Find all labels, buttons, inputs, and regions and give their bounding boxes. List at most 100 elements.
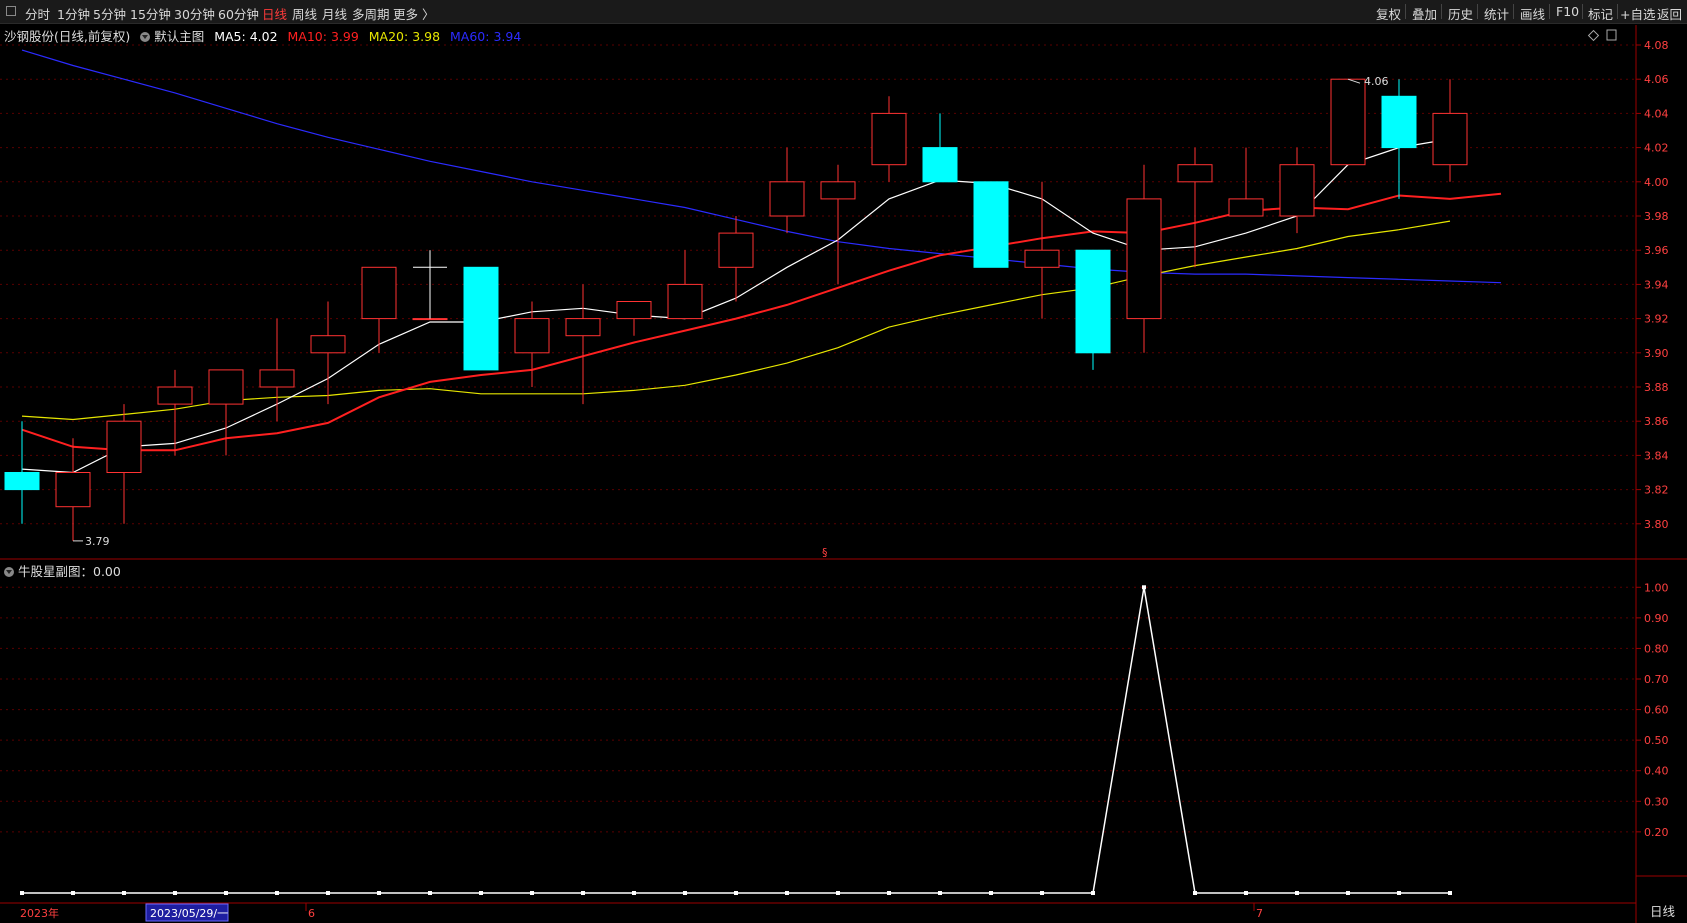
low-price-marker: 3.79 <box>85 535 110 548</box>
indicator-point <box>683 891 687 895</box>
indicator-point <box>530 891 534 895</box>
back-button[interactable]: 返回 <box>1657 4 1682 23</box>
candlestick[interactable] <box>4 472 40 491</box>
indicator-point <box>887 891 891 895</box>
candlestick[interactable] <box>106 420 142 474</box>
price-tick-label: 3.94 <box>1644 278 1669 291</box>
candlestick[interactable] <box>667 283 703 320</box>
price-tick-label: 3.98 <box>1644 210 1669 223</box>
price-tick-label: 4.02 <box>1644 142 1669 155</box>
period-toolbar: 分时 1分钟 5分钟 15分钟 30分钟 60分钟 日线 周线 月线 多周期 更… <box>0 0 1687 24</box>
indicator-point <box>326 891 330 895</box>
candlestick[interactable] <box>718 232 754 268</box>
price-tick-label: 3.92 <box>1644 313 1669 326</box>
period-tab-15min[interactable]: 15分钟 <box>130 4 171 23</box>
candlestick[interactable] <box>1177 164 1213 183</box>
candlestick[interactable] <box>1075 249 1111 354</box>
period-tab-fenshi[interactable]: 分时 <box>25 4 50 23</box>
candlestick[interactable] <box>157 386 193 405</box>
overlay-button[interactable]: 叠加 <box>1412 4 1437 23</box>
period-tab-more[interactable]: 更多 〉 <box>393 4 434 23</box>
template-label[interactable]: 默认主图 <box>154 29 204 44</box>
price-tick-label: 3.88 <box>1644 381 1669 394</box>
toolbar-divider <box>1513 4 1514 19</box>
indicator-point <box>1040 891 1044 895</box>
draw-line-button[interactable]: 画线 <box>1520 4 1545 23</box>
indicator-point <box>836 891 840 895</box>
panel-toggle-icon[interactable] <box>1606 29 1617 41</box>
period-tab-monthly[interactable]: 月线 <box>322 4 347 23</box>
candlestick[interactable] <box>310 335 346 354</box>
month-label: 7 <box>1256 907 1263 920</box>
mark-button[interactable]: 标记 <box>1588 4 1613 23</box>
price-tick-label: 3.84 <box>1644 449 1669 462</box>
diamond-icon[interactable] <box>1587 29 1600 42</box>
candlestick[interactable] <box>769 181 805 217</box>
kline-chart[interactable]: 4.08 4.06 4.04 4.02 4.00 3.98 3.96 3.94 3.92 3.90… <box>0 25 1687 923</box>
window-menu-icon[interactable] <box>6 6 16 16</box>
period-tab-weekly[interactable]: 周线 <box>292 4 317 23</box>
indicator-point <box>1244 891 1248 895</box>
period-tab-5min[interactable]: 5分钟 <box>93 4 126 23</box>
period-tab-daily[interactable]: 日线 <box>262 4 287 23</box>
period-tab-1min[interactable]: 1分钟 <box>57 4 90 23</box>
price-tick-label: 4.00 <box>1644 176 1669 189</box>
candlestick[interactable] <box>55 472 91 508</box>
candlestick[interactable] <box>1024 249 1060 268</box>
restore-rights-button[interactable]: 复权 <box>1376 4 1401 23</box>
candlestick[interactable] <box>1432 112 1468 166</box>
indicator-point <box>377 891 381 895</box>
sub-tick-label: 0.20 <box>1644 826 1669 839</box>
indicator-point <box>938 891 942 895</box>
candlestick[interactable] <box>973 181 1009 268</box>
price-tick-label: 4.08 <box>1644 39 1669 52</box>
candlestick[interactable] <box>871 112 907 166</box>
ma60-label: MA60: 3.94 <box>450 29 522 44</box>
candlestick[interactable] <box>259 369 295 388</box>
sub-tick-label: 0.90 <box>1644 612 1669 625</box>
ma60-line <box>21 49 1502 284</box>
sub-dropdown-circle-icon[interactable] <box>4 567 14 577</box>
indicator-point <box>173 891 177 895</box>
history-button[interactable]: 历史 <box>1448 4 1473 23</box>
sub-tick-label: 0.50 <box>1644 734 1669 747</box>
indicator-point <box>1142 585 1146 590</box>
indicator-point <box>1193 891 1197 895</box>
candlestick[interactable] <box>616 301 652 320</box>
price-tick-label: 3.80 <box>1644 518 1669 531</box>
candlestick[interactable] <box>208 369 244 405</box>
candlestick[interactable] <box>514 318 550 354</box>
candlestick[interactable] <box>565 318 601 337</box>
candlestick[interactable] <box>1279 164 1315 217</box>
candlestick[interactable] <box>820 181 856 200</box>
candlestick[interactable] <box>361 266 397 320</box>
dropdown-circle-icon[interactable] <box>140 32 151 42</box>
candlestick[interactable] <box>922 147 958 183</box>
candlestick[interactable] <box>1228 198 1264 217</box>
indicator-point <box>1346 891 1350 895</box>
price-tick-label: 3.90 <box>1644 347 1669 360</box>
main-panel-header: 沙钢股份(日线,前复权) 默认主图 MA5: 4.02 MA10: 3.99 M… <box>4 26 521 45</box>
ma20-label: MA20: 3.98 <box>368 29 441 44</box>
period-tab-60min[interactable]: 60分钟 <box>218 4 259 23</box>
candlestick[interactable] <box>412 318 448 321</box>
candlestick[interactable] <box>1381 95 1417 149</box>
price-tick-label: 3.82 <box>1644 484 1669 497</box>
add-watchlist-button[interactable]: +自选 <box>1620 4 1655 23</box>
indicator-point <box>1397 891 1401 895</box>
period-tab-30min[interactable]: 30分钟 <box>174 4 215 23</box>
indicator-point <box>581 891 585 895</box>
candlestick[interactable] <box>1330 78 1366 166</box>
candlestick[interactable] <box>1126 198 1162 320</box>
indicator-point <box>479 891 483 895</box>
ma10-label: MA10: 3.99 <box>287 29 359 44</box>
indicator-point <box>122 891 126 895</box>
candlestick[interactable] <box>463 266 499 371</box>
f10-button[interactable]: F10 <box>1556 4 1579 19</box>
price-tick-label: 3.96 <box>1644 244 1669 257</box>
statistics-button[interactable]: 统计 <box>1484 4 1509 23</box>
indicator-point <box>71 891 75 895</box>
sub-tick-label: 0.70 <box>1644 673 1669 686</box>
sidebar-period-tab[interactable]: 日线 <box>1638 900 1687 923</box>
period-tab-multi[interactable]: 多周期 <box>352 4 390 23</box>
